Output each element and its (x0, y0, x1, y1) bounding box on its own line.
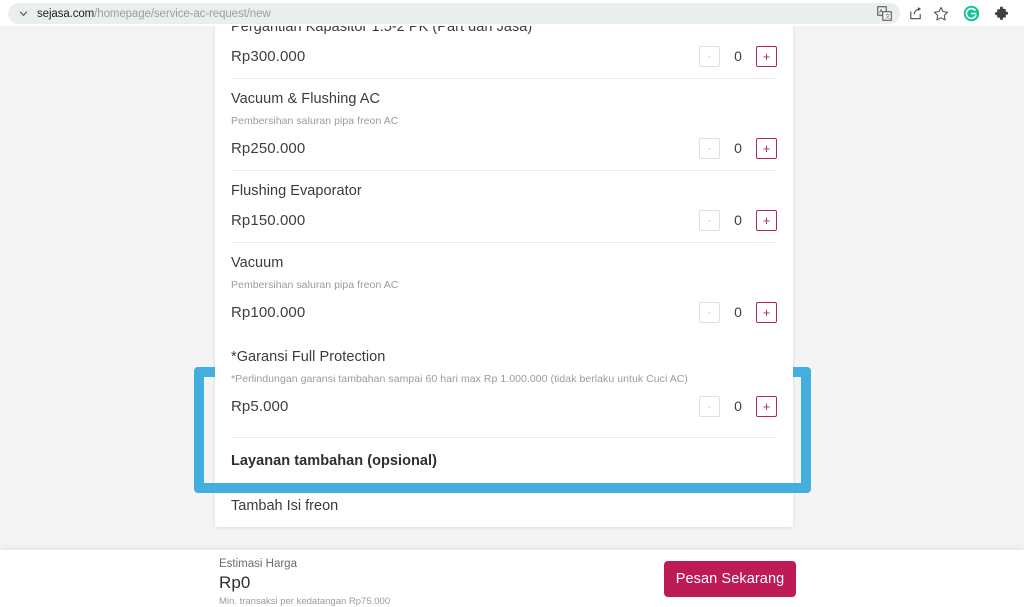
page-viewport: Pergantian Kapasitor 1.5-2 PK (Part dan … (0, 26, 1024, 607)
order-now-button[interactable]: Pesan Sekarang (664, 561, 796, 597)
clipped-service-item-title: Tambah Isi freon (231, 498, 339, 514)
service-item-description: Pembersihan saluran pipa freon AC (231, 279, 399, 291)
decrement-button[interactable]: - (699, 137, 720, 159)
estimate-label: Estimasi Harga (219, 558, 297, 570)
service-item-price: Rp5.000 (231, 397, 289, 415)
service-item-title: Flushing Evaporator (231, 183, 362, 199)
section-heading: Layanan tambahan (opsional) (231, 453, 437, 469)
increment-button[interactable]: + (756, 45, 777, 67)
translate-icon[interactable]: A 文 (874, 4, 894, 23)
service-item-description: Pembersihan saluran pipa freon AC (231, 115, 399, 127)
bottom-action-bar: Estimasi Harga Rp0 Min. transaksi per ke… (0, 550, 1024, 607)
service-item-title: Vacuum (231, 255, 284, 271)
increment-button[interactable]: + (756, 301, 777, 323)
bookmark-star-icon[interactable] (931, 4, 951, 23)
service-item-row[interactable]: Vacuum Pembersihan saluran pipa freon AC… (215, 242, 793, 334)
decrement-button[interactable]: - (699, 209, 720, 231)
quantity-value: 0 (734, 48, 742, 64)
service-item-title: *Garansi Full Protection (231, 349, 386, 365)
increment-button[interactable]: + (756, 137, 777, 159)
increment-button[interactable]: + (756, 209, 777, 231)
url-text: sejasa.com/homepage/service-ac-request/n… (37, 8, 271, 20)
estimate-note: Min. transaksi per kedatangan Rp75.000 (219, 596, 391, 607)
decrement-button[interactable]: - (699, 301, 720, 323)
quantity-value: 0 (734, 212, 742, 228)
quantity-value: 0 (734, 398, 742, 414)
service-item-row[interactable]: Vacuum & Flushing AC Pembersihan saluran… (215, 78, 793, 170)
service-item-price-line: Rp5.000 - 0 + (231, 393, 777, 419)
url-path: /homepage/service-ac-request/new (94, 7, 271, 20)
service-item-row[interactable]: Flushing Evaporator Rp150.000 - 0 + (215, 170, 793, 242)
quantity-stepper[interactable]: - 0 + (699, 137, 777, 159)
service-item-title: Vacuum & Flushing AC (231, 91, 381, 107)
estimate-amount: Rp0 (219, 573, 251, 592)
service-item-row[interactable]: Pergantian Kapasitor 1.5-2 PK (Part dan … (215, 26, 793, 78)
service-item-price: Rp150.000 (231, 211, 306, 229)
extensions-puzzle-icon[interactable] (991, 4, 1011, 23)
optional-services-section: Layanan tambahan (opsional) Tambah Isi f… (215, 437, 793, 525)
service-item-price: Rp250.000 (231, 139, 306, 157)
service-list-card: Pergantian Kapasitor 1.5-2 PK (Part dan … (215, 26, 793, 527)
quantity-stepper[interactable]: - 0 + (699, 301, 777, 323)
share-icon[interactable] (905, 4, 925, 23)
service-item-price-line: Rp150.000 - 0 + (231, 207, 777, 233)
service-item-price-line: Rp250.000 - 0 + (231, 135, 777, 161)
address-bar[interactable]: sejasa.com/homepage/service-ac-request/n… (8, 3, 900, 24)
decrement-button[interactable]: - (699, 395, 720, 417)
service-item-description: *Perlindungan garansi tambahan sampai 60… (231, 373, 688, 385)
quantity-value: 0 (734, 304, 742, 320)
browser-chrome: sejasa.com/homepage/service-ac-request/n… (0, 0, 1024, 26)
service-item-price-line: Rp300.000 - 0 + (231, 43, 777, 69)
service-item-price: Rp300.000 (231, 47, 306, 65)
quantity-stepper[interactable]: - 0 + (699, 395, 777, 417)
decrement-button[interactable]: - (699, 45, 720, 67)
quantity-stepper[interactable]: - 0 + (699, 45, 777, 67)
chevron-down-icon[interactable] (16, 7, 30, 21)
url-host: sejasa.com (37, 7, 95, 20)
service-item-price: Rp100.000 (231, 303, 306, 321)
svg-text:A: A (879, 9, 883, 15)
price-estimate-block: Estimasi Harga Rp0 Min. transaksi per ke… (219, 557, 390, 607)
grammarly-icon[interactable] (961, 4, 981, 23)
service-item-title: Pergantian Kapasitor 1.5-2 PK (Part dan … (231, 26, 533, 35)
clipped-service-item-row[interactable]: Tambah Isi freon (231, 485, 777, 525)
service-item-row-garansi-full-protection[interactable]: *Garansi Full Protection *Perlindungan g… (215, 334, 793, 437)
increment-button[interactable]: + (756, 395, 777, 417)
quantity-stepper[interactable]: - 0 + (699, 209, 777, 231)
service-item-price-line: Rp100.000 - 0 + (231, 299, 777, 325)
quantity-value: 0 (734, 140, 742, 156)
svg-text:文: 文 (884, 13, 890, 21)
